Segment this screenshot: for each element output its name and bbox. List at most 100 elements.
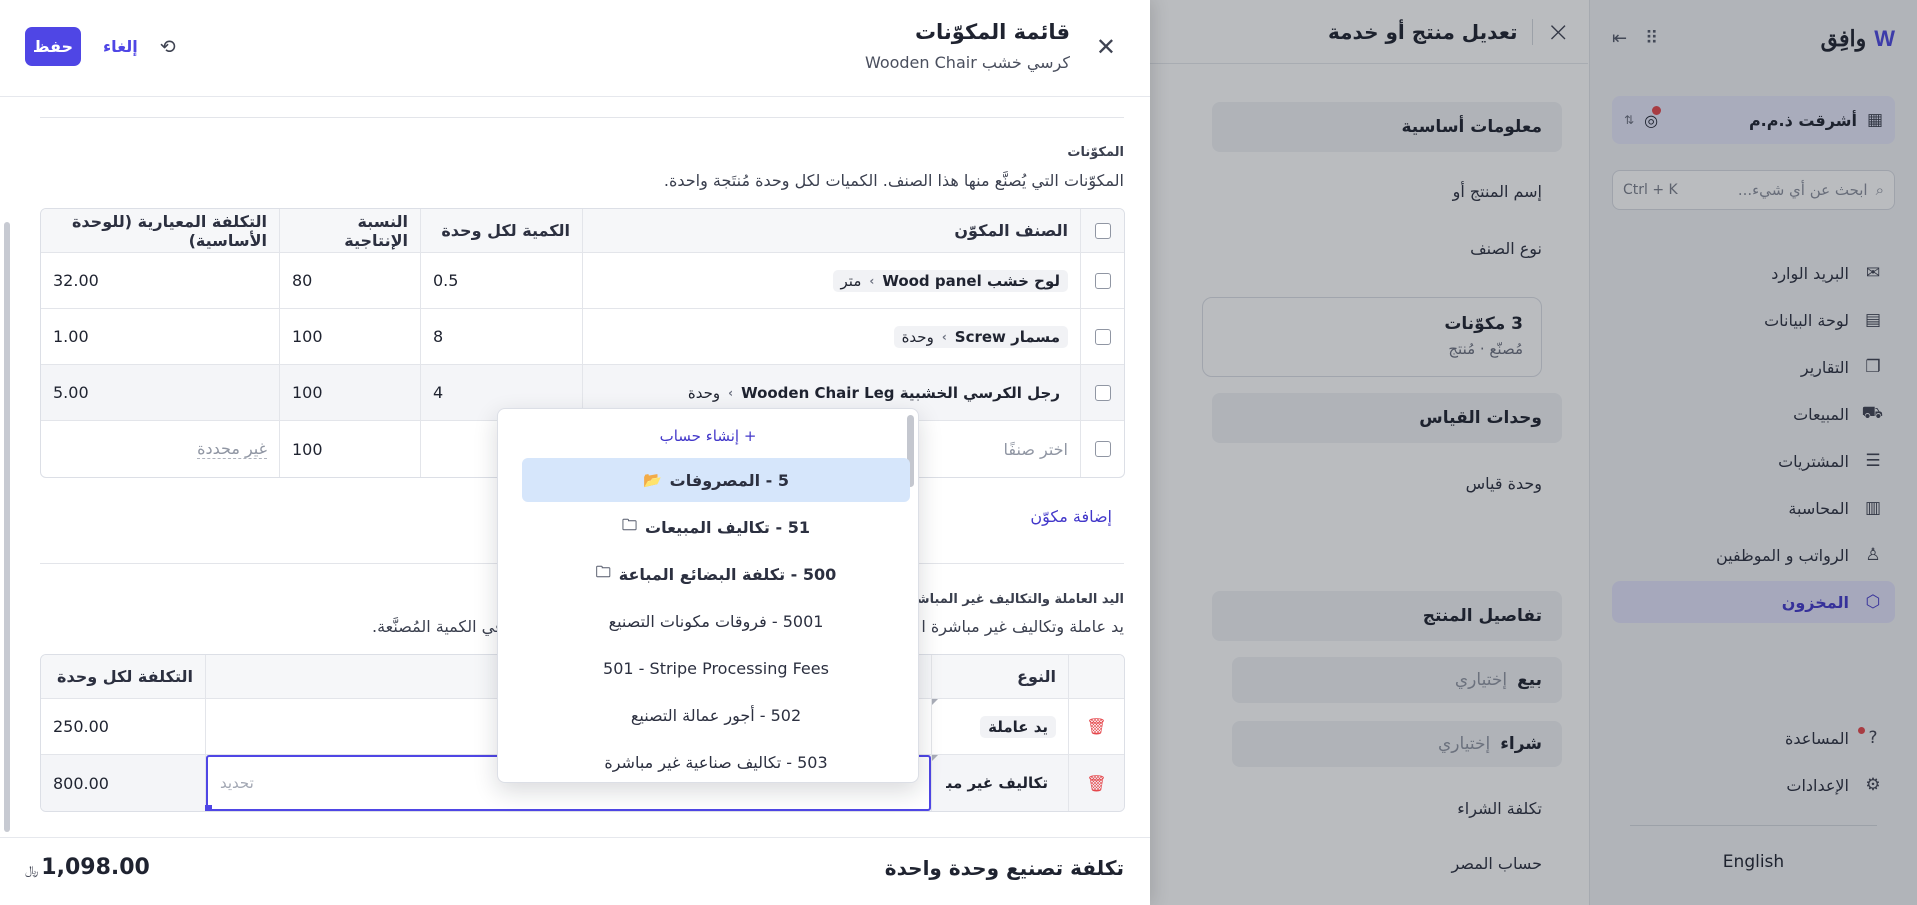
yield-cell[interactable]: 100 — [279, 309, 420, 364]
col-unit-cost: التكلفة لكل وحدة — [57, 667, 193, 686]
dropdown-option[interactable]: 5 - المصروفات 📂 — [522, 458, 910, 502]
option-label: 500 - تكلفة البضائع المباعة — [618, 564, 837, 584]
option-label: 503 - تكاليف صناعية غير مباشرة — [604, 752, 828, 772]
currency-icon: ﷼ — [25, 863, 39, 877]
cell-resize-handle[interactable] — [205, 805, 212, 811]
qty-cell[interactable]: 8 — [420, 309, 582, 364]
history-icon[interactable]: ⟲ — [160, 36, 176, 58]
total-value: 1,098.00 — [41, 855, 150, 880]
trash-icon[interactable]: 🗑 — [1086, 774, 1106, 793]
cost-cell[interactable]: 5.00 — [41, 365, 279, 420]
checkbox — [1094, 441, 1111, 457]
col-cost: التكلفة المعيارية (للوحدة الأساسية) — [71, 211, 267, 250]
yield-cell[interactable]: 100 — [279, 365, 420, 420]
panel-scrollbar[interactable] — [4, 222, 10, 832]
save-button[interactable]: حفظ — [25, 27, 81, 66]
chevron-left-icon: › — [869, 273, 875, 288]
bom-header: ✕ قائمة المكوّنات كرسي خشب Wooden Chair … — [0, 0, 1150, 97]
unit-cost-cell[interactable]: 800.00 — [41, 755, 205, 811]
dropdown-option[interactable]: 501 - Stripe Processing Fees — [522, 646, 910, 690]
components-caption: المكوّنات — [1067, 145, 1124, 160]
table-header: الصنف المكوّن الكمية لكل وحدة النسبة الإ… — [41, 209, 1124, 253]
item-unit: وحدة — [901, 327, 934, 346]
item-name: لوح خشب Wood panel — [882, 271, 1060, 290]
col-qty: الكمية لكل وحدة — [420, 209, 582, 252]
unit-cost-cell[interactable]: 250.00 — [41, 699, 205, 754]
checkbox — [1094, 328, 1111, 345]
item-chip[interactable]: مسمار Screw › وحدة — [893, 325, 1068, 348]
dropdown-option[interactable]: 51 - تكاليف المبيعات 🗀 — [522, 505, 910, 549]
item-placeholder: اختر صنفًا — [1003, 439, 1068, 459]
add-component-button[interactable]: إضافة مكوّن — [1030, 507, 1112, 526]
unit-cost-label: تكلفة تصنيع وحدة واحدة — [884, 856, 1124, 880]
table-row: لوح خشب Wood panel › متر 0.5 80 32.00 — [41, 253, 1124, 309]
dropdown-option[interactable]: 503 - تكاليف صناعية غير مباشرة — [522, 740, 910, 782]
account-placeholder: تحديد — [220, 774, 254, 792]
components-description: المكوّنات التي يُصنَّع منها هذا الصنف. ا… — [663, 171, 1124, 190]
delete-cell[interactable]: 🗑 — [1068, 755, 1124, 811]
cancel-button[interactable]: إلغاء — [103, 37, 138, 56]
item-unit: متر — [840, 271, 862, 290]
undefined-cost: غير محددة — [197, 439, 267, 459]
checkbox — [1094, 222, 1111, 239]
trash-icon[interactable]: 🗑 — [1086, 717, 1106, 736]
type-cell[interactable]: يد عاملة — [931, 699, 1068, 754]
type-chip: تكاليف غير مباشرة — [946, 774, 1048, 792]
labor-description-start: يد عاملة وتكاليف غير مباشرة ا — [921, 617, 1124, 636]
checkbox — [1094, 384, 1111, 401]
item-chip[interactable]: رجل الكرسي الخشبية Wooden Chair Leg › وح… — [680, 382, 1068, 404]
bom-panel: ✕ قائمة المكوّنات كرسي خشب Wooden Chair … — [0, 0, 1150, 905]
item-chip[interactable]: لوح خشب Wood panel › متر — [832, 269, 1068, 292]
cost-cell[interactable]: غير محددة — [41, 421, 279, 477]
dropdown-corner-marker — [932, 699, 938, 705]
type-cell[interactable]: تكاليف غير مباشرة — [931, 755, 1068, 811]
item-unit: وحدة — [687, 383, 721, 402]
cost-cell[interactable]: 32.00 — [41, 253, 279, 308]
qty-cell[interactable]: 0.5 — [420, 253, 582, 308]
account-dropdown: + إنشاء حساب 5 - المصروفات 📂 51 - تكاليف… — [497, 408, 919, 783]
chevron-left-icon: › — [941, 329, 947, 344]
folder-open-icon: 📂 — [642, 471, 662, 489]
col-actions — [1068, 655, 1124, 698]
select-all-checkbox[interactable] — [1080, 209, 1124, 252]
yield-cell[interactable]: 100 — [279, 421, 420, 477]
row-checkbox[interactable] — [1080, 253, 1124, 308]
row-checkbox[interactable] — [1080, 309, 1124, 364]
option-label: 501 - Stripe Processing Fees — [603, 658, 829, 678]
item-name: رجل الكرسي الخشبية Wooden Chair Leg — [741, 383, 1060, 402]
col-item: الصنف المكوّن — [582, 209, 1080, 252]
checkbox — [1094, 272, 1111, 289]
table-row: مسمار Screw › وحدة 8 100 1.00 — [41, 309, 1124, 365]
bom-footer: تكلفة تصنيع وحدة واحدة ﷼ 1,098.00 — [0, 837, 1150, 905]
panel-subtitle: كرسي خشب Wooden Chair — [864, 53, 1070, 72]
app-root: W وافِق ⇤ ⠿ ▦ أشرقت ذ.م.م ◎ ⇅ ⌕ ابحث عن … — [0, 0, 1917, 905]
col-yield: النسبة الإنتاجية — [279, 209, 420, 252]
delete-cell[interactable]: 🗑 — [1068, 699, 1124, 754]
close-icon[interactable]: ✕ — [1096, 33, 1116, 61]
folder-icon: 🗀 — [595, 562, 611, 581]
col-type: النوع — [931, 655, 1068, 698]
item-name: مسمار Screw — [954, 327, 1060, 346]
dropdown-corner-marker — [932, 755, 938, 761]
row-checkbox[interactable] — [1080, 365, 1124, 420]
panel-actions: حفظ إلغاء ⟲ — [25, 27, 176, 66]
type-chip: يد عاملة — [980, 715, 1056, 738]
panel-title: قائمة المكوّنات — [914, 20, 1070, 44]
option-label: 5001 - فروقات مكونات التصنيع — [608, 611, 824, 631]
row-checkbox[interactable] — [1080, 421, 1124, 477]
yield-cell[interactable]: 80 — [279, 253, 420, 308]
dropdown-option[interactable]: 5001 - فروقات مكونات التصنيع — [522, 599, 910, 643]
cost-cell[interactable]: 1.00 — [41, 309, 279, 364]
dropdown-option[interactable]: 502 - أجور عمالة التصنيع — [522, 693, 910, 737]
labor-caption: اليد العاملة والتكاليف غير المباشرة — [901, 592, 1124, 607]
labor-description-end: في الكمية المُصنَّعة. — [372, 617, 503, 636]
create-account-button[interactable]: + إنشاء حساب — [498, 427, 918, 445]
dropdown-option[interactable]: 500 - تكلفة البضائع المباعة 🗀 — [522, 552, 910, 596]
item-cell[interactable]: لوح خشب Wood panel › متر — [582, 253, 1080, 308]
chevron-left-icon: › — [728, 385, 734, 400]
option-label: 502 - أجور عمالة التصنيع — [630, 705, 802, 725]
divider — [40, 117, 1124, 118]
item-cell[interactable]: مسمار Screw › وحدة — [582, 309, 1080, 364]
option-label: 5 - المصروفات — [669, 470, 790, 490]
unit-cost-total: ﷼ 1,098.00 — [25, 855, 150, 880]
